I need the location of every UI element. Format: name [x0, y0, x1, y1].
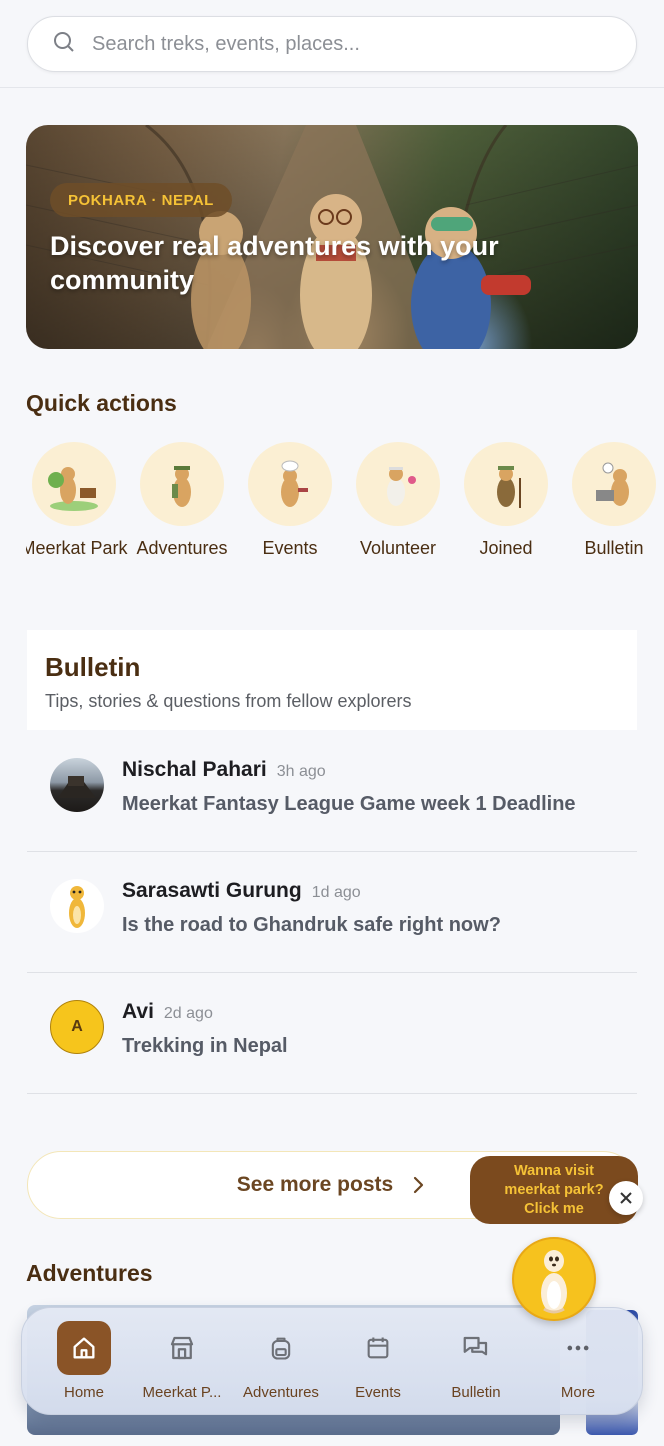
post-time: 1d ago [311, 884, 361, 901]
nav-label: Home [63, 1384, 104, 1401]
post-author: Nischal Pahari 3h ago [122, 758, 326, 781]
search-icon [52, 30, 76, 59]
post-message: Is the road to Ghandruk safe right now? [122, 914, 501, 936]
bulletin-header: Bulletin Tips, stories & questions from … [27, 630, 637, 730]
nav-label: Adventures [243, 1384, 319, 1401]
nav-label: More [560, 1384, 596, 1401]
laptop-meerkat-icon [572, 442, 656, 526]
nav-bulletin[interactable]: Bulletin [422, 1308, 530, 1416]
quick-action-label: Bulletin [584, 538, 644, 558]
adventures-title: Adventures [26, 1260, 153, 1286]
avatar-initial: A [71, 1018, 83, 1035]
quick-actions-row: Meerkat Park Adventures Events Volunteer… [26, 442, 664, 592]
storefront-icon [155, 1321, 209, 1375]
bulletin-post[interactable]: Nischal Pahari 3h ago Meerkat Fantasy Lea… [27, 732, 637, 852]
hiker-meerkat-icon [464, 442, 548, 526]
location-badge: POKHARA · NEPAL [50, 183, 232, 217]
quick-action-events[interactable]: Events [236, 442, 344, 560]
quick-action-volunteer[interactable]: Volunteer [344, 442, 452, 560]
nav-meerkat-park[interactable]: Meerkat P... [128, 1308, 236, 1416]
nav-more[interactable]: More [524, 1308, 632, 1416]
post-message: Trekking in Nepal [122, 1035, 288, 1057]
see-more-label: See more posts [236, 1173, 394, 1196]
nav-adventures[interactable]: Adventures [227, 1308, 335, 1416]
chef-meerkat-icon [248, 442, 332, 526]
hero-banner[interactable]: POKHARA · NEPAL Discover real adventures… [26, 125, 638, 349]
nav-events[interactable]: Events [324, 1308, 432, 1416]
quick-actions-title: Quick actions [26, 390, 177, 416]
search-input[interactable] [92, 32, 572, 56]
quick-action-label: Joined [479, 538, 533, 558]
hero-title: Discover real adventures with your commu… [50, 231, 499, 295]
chevron-right-icon [414, 1176, 424, 1194]
close-icon [620, 1192, 632, 1204]
meerkat-avatar-icon [50, 879, 104, 933]
calendar-icon [351, 1321, 405, 1375]
backpack-icon [254, 1321, 308, 1375]
meerkat-park-icon [32, 442, 116, 526]
post-time: 2d ago [163, 1005, 213, 1022]
quick-action-label: Adventures [136, 538, 228, 558]
quick-action-bulletin[interactable]: Bulletin [560, 442, 664, 560]
nav-label: Events [355, 1384, 401, 1401]
close-promo-button[interactable] [609, 1181, 643, 1215]
quick-action-label: Events [262, 538, 318, 558]
quick-action-adventures[interactable]: Adventures [128, 442, 236, 560]
home-icon [57, 1321, 111, 1375]
post-message: Meerkat Fantasy League Game week 1 Deadl… [122, 793, 576, 815]
post-author: Avi 2d ago [122, 1000, 213, 1023]
volunteer-meerkat-icon [356, 442, 440, 526]
meerkat-mascot-button[interactable] [512, 1237, 596, 1321]
bulletin-subtitle: Tips, stories & questions from fellow ex… [45, 691, 412, 711]
search-bar[interactable] [27, 16, 637, 72]
promo-line: Wanna visit [513, 1163, 595, 1179]
quick-action-joined[interactable]: Joined [452, 442, 560, 560]
bulletin-title: Bulletin [45, 652, 141, 682]
quick-action-label: Volunteer [359, 538, 437, 558]
nav-home[interactable]: Home [30, 1308, 138, 1416]
post-time: 3h ago [276, 763, 326, 780]
bulletin-post[interactable]: A Avi 2d ago Trekking in Nepal [27, 974, 637, 1094]
bulletin-post[interactable]: Sarasawti Gurung 1d ago Is the road to Gh… [27, 853, 637, 973]
nav-label: Meerkat P... [142, 1384, 222, 1401]
bottom-navigation: Home Meerkat P... Adventures Events Bull… [21, 1307, 643, 1415]
post-author: Sarasawti Gurung 1d ago [122, 879, 361, 902]
quick-action-meerkat-park[interactable]: Meerkat Park [26, 442, 128, 560]
avatar [50, 758, 104, 812]
adventurer-meerkat-icon [140, 442, 224, 526]
more-dots-icon [551, 1321, 605, 1375]
avatar: A [50, 1000, 104, 1054]
quick-action-label: Meerkat Park [26, 538, 128, 558]
meerkat-mascot-icon [541, 1250, 567, 1314]
search-bar-container [0, 0, 664, 88]
chat-bubbles-icon [449, 1321, 503, 1375]
nav-label: Bulletin [451, 1384, 501, 1401]
